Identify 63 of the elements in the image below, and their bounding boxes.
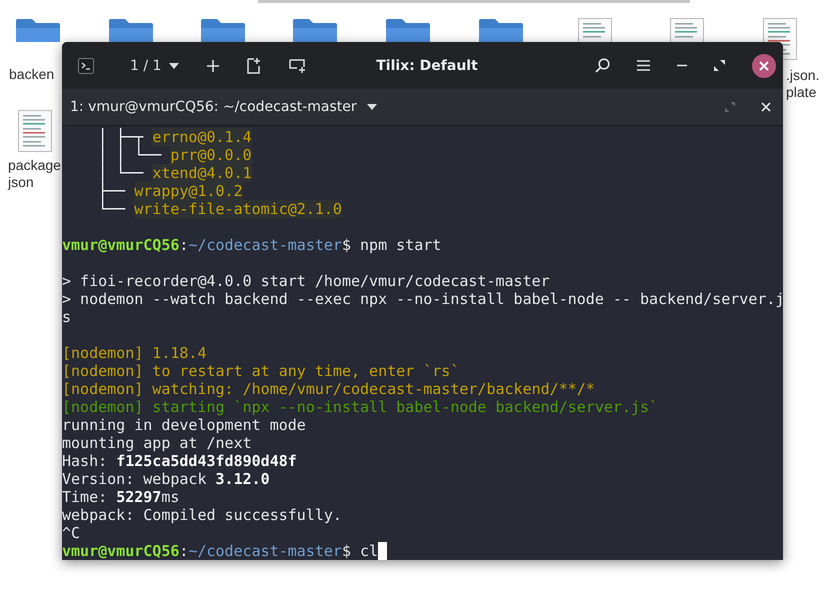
tree-lines: │ │ └── (97, 146, 162, 164)
icon-label: plate (786, 84, 816, 101)
icon-label: .json. (786, 67, 820, 84)
icon-label: package (8, 157, 61, 174)
folder-icon[interactable] (292, 18, 338, 42)
log-text: [nodemon] 1.18.4 (62, 344, 206, 362)
prompt-path: ~/codecast-master (188, 236, 342, 254)
terminal-text: s (62, 308, 72, 326)
terminal-text: running in development mode (62, 416, 306, 434)
terminal-text: 3.12.0 (216, 470, 270, 488)
package-name: xtend@4.0.1 (152, 164, 252, 182)
session-dropdown[interactable]: 1 / 1 (130, 58, 180, 74)
tree-lines: └── (97, 200, 126, 218)
terminal-text: mounting app at /next (62, 434, 252, 452)
terminal-icon[interactable] (78, 58, 94, 74)
split-icon[interactable] (289, 58, 306, 73)
text-cursor (378, 542, 388, 560)
close-icon[interactable] (752, 54, 776, 78)
log-text: [nodemon] starting `npx --no-install babel-node backend/server.js` (62, 398, 658, 416)
terminal-text: $ npm start (342, 236, 442, 254)
folder-icon[interactable] (385, 18, 431, 42)
minimize-icon[interactable] (677, 64, 687, 68)
terminal-text: > nodemon --watch backend --exec npx --no-install babel-node -- backend/server.j (62, 290, 783, 308)
terminal-text: Version: webpack (62, 470, 208, 488)
package-name: prr@0.0.0 (170, 146, 252, 164)
terminal-text: : (179, 236, 188, 254)
terminal-text: > fioi-recorder@4.0.0 start /home/vmur/codecast-master (62, 272, 550, 290)
tree-lines: ├── (97, 182, 126, 200)
add-icon[interactable] (207, 60, 220, 72)
log-text: [nodemon] to restart at any time, enter `rs` (62, 362, 460, 380)
tree-lines: │ └── (97, 164, 144, 182)
terminal-text: $ cl (342, 542, 378, 560)
close-icon[interactable] (761, 102, 771, 112)
package-name: write-file-atomic@2.1.0 (134, 200, 342, 218)
menu-icon[interactable] (637, 60, 650, 72)
package-name: wrappy@1.0.2 (134, 182, 243, 200)
terminal-tab[interactable]: 1: vmur@vmurCQ56: ~/codecast-master (70, 99, 377, 116)
package-name: errno@0.1.4 (152, 128, 252, 146)
folder-icon[interactable] (478, 18, 524, 42)
terminal-text: webpack: Compiled successfully. (62, 506, 342, 524)
prompt-user: vmur@vmurCQ56 (62, 236, 180, 254)
terminal-text: ms (161, 488, 180, 506)
terminal-text: ^C (62, 524, 80, 542)
terminal-text: : (179, 542, 188, 560)
maximize-icon[interactable] (714, 60, 725, 72)
terminal-text: 52297 (116, 488, 162, 506)
log-text: [nodemon] watching: /home/vmur/codecast-master/backend/**/* (62, 380, 595, 398)
terminal-text: Time: (62, 488, 108, 506)
terminal-text: f125ca5dd43fd890d48f (116, 452, 297, 470)
caret-icon (366, 104, 377, 110)
prompt-user: vmur@vmurCQ56 (62, 542, 180, 560)
folder-icon[interactable] (108, 18, 154, 42)
icon-label: json (8, 174, 34, 191)
tree-lines: │ ├─┬ (97, 128, 144, 146)
icon-label: backen (9, 66, 54, 83)
folder-icon[interactable] (200, 18, 246, 42)
folder-icon[interactable] (15, 18, 61, 42)
terminal-text: Hash: (62, 452, 108, 470)
add-terminal-icon[interactable] (247, 58, 262, 74)
window-title: Tilix: Default (376, 58, 478, 74)
caret-icon (169, 62, 180, 69)
prompt-path: ~/codecast-master (188, 542, 342, 560)
search-icon[interactable] (595, 58, 610, 74)
